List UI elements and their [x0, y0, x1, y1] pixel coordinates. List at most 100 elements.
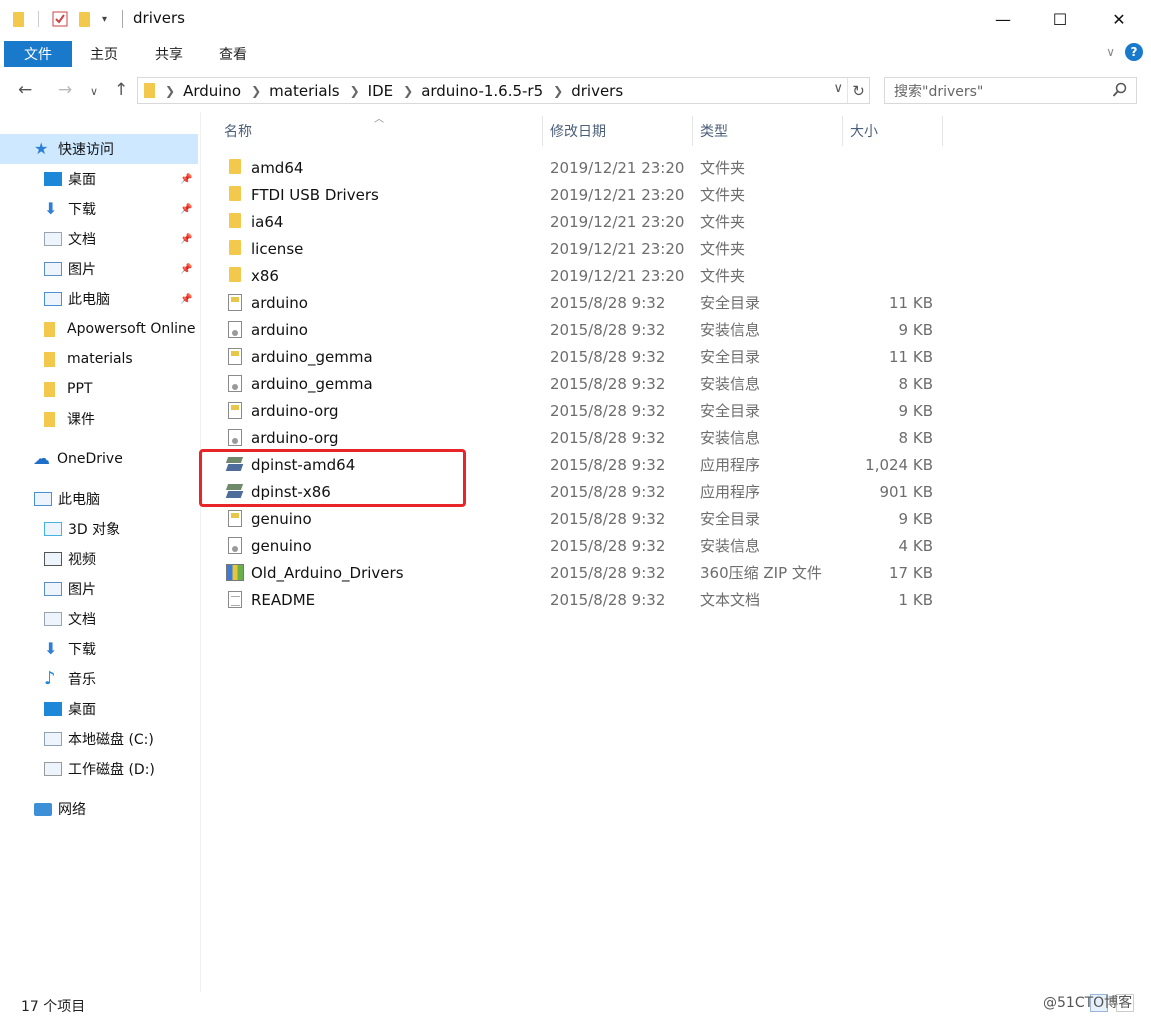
- file-row[interactable]: Old_Arduino_Drivers 2015/8/28 9:32 360压缩 Z…: [222, 559, 942, 586]
- documents-icon: [44, 612, 62, 626]
- sidebar-item-label: 桌面: [68, 172, 96, 188]
- file-date: 2015/8/28 9:32: [550, 536, 666, 555]
- search-icon[interactable]: [1112, 82, 1128, 102]
- chevron-right-icon[interactable]: ❯: [403, 84, 413, 98]
- properties-icon[interactable]: [52, 9, 68, 29]
- maximize-button[interactable]: ☐: [1037, 0, 1083, 38]
- sidebar-item-quick-3[interactable]: 图片 📌: [0, 254, 198, 284]
- sidebar-item-pc-8[interactable]: 工作磁盘 (D:): [0, 754, 198, 784]
- pin-icon[interactable]: 📌: [180, 294, 192, 305]
- refresh-icon[interactable]: ↻: [847, 78, 869, 103]
- breadcrumb-ide[interactable]: IDE: [368, 82, 393, 100]
- sidebar-item-quick-5[interactable]: Apowersoft Online: [0, 314, 198, 344]
- network-icon: [34, 802, 52, 816]
- file-date: 2015/8/28 9:32: [550, 428, 666, 447]
- file-row[interactable]: x86 2019/12/21 23:20 文件夹: [222, 262, 942, 289]
- close-button[interactable]: ✕: [1096, 0, 1142, 38]
- file-date: 2015/8/28 9:32: [550, 590, 666, 609]
- window-title: drivers: [133, 9, 185, 27]
- sidebar-item-quick-8[interactable]: 课件: [0, 404, 198, 434]
- search-input[interactable]: 搜索"drivers": [884, 77, 1137, 104]
- tab-share[interactable]: 共享: [155, 41, 183, 67]
- chevron-right-icon[interactable]: ❯: [553, 84, 563, 98]
- sidebar-item-pc-6[interactable]: 桌面: [0, 694, 198, 724]
- recent-locations-chevron-icon[interactable]: ∨: [90, 85, 98, 98]
- sidebar-item-pc-5[interactable]: ♪ 音乐: [0, 664, 198, 694]
- file-row[interactable]: amd64 2019/12/21 23:20 文件夹: [222, 154, 942, 181]
- column-header-size[interactable]: 大小: [850, 116, 878, 146]
- file-row[interactable]: arduino_gemma 2015/8/28 9:32 安全目录 11 KB: [222, 343, 942, 370]
- computer-icon: [34, 492, 52, 506]
- file-type: 安全目录: [700, 294, 761, 312]
- sidebar-item-pc-4[interactable]: ⬇ 下载: [0, 634, 198, 664]
- file-row[interactable]: arduino-org 2015/8/28 9:32 安全目录 9 KB: [222, 397, 942, 424]
- pin-icon[interactable]: 📌: [180, 234, 192, 245]
- sidebar-item-pc-7[interactable]: 本地磁盘 (C:): [0, 724, 198, 754]
- setup-information-icon: [226, 429, 244, 446]
- file-row[interactable]: arduino 2015/8/28 9:32 安全目录 11 KB: [222, 289, 942, 316]
- sidebar-item-quick-4[interactable]: 此电脑 📌: [0, 284, 198, 314]
- expand-ribbon-chevron-icon[interactable]: ∨: [1106, 45, 1115, 59]
- file-name: arduino_gemma: [251, 347, 373, 366]
- sidebar-item-quick-0[interactable]: 桌面 📌: [0, 164, 198, 194]
- download-icon: ⬇: [44, 199, 58, 218]
- chevron-right-icon[interactable]: ❯: [350, 84, 360, 98]
- help-icon[interactable]: ?: [1125, 43, 1143, 61]
- file-type: 安装信息: [700, 537, 761, 555]
- sidebar-item-this-pc[interactable]: 此电脑: [0, 484, 198, 514]
- breadcrumb-drivers[interactable]: drivers: [571, 82, 623, 100]
- file-row[interactable]: arduino-org 2015/8/28 9:32 安装信息 8 KB: [222, 424, 942, 451]
- file-row[interactable]: FTDI USB Drivers 2019/12/21 23:20 文件夹: [222, 181, 942, 208]
- sidebar-item-label: 快速访问: [58, 142, 114, 158]
- column-header-date[interactable]: 修改日期: [550, 116, 606, 146]
- folder-icon: [144, 83, 155, 98]
- file-date: 2019/12/21 23:20: [550, 212, 685, 231]
- column-header-name[interactable]: 名称: [224, 116, 252, 146]
- sidebar-item-pc-2[interactable]: 图片: [0, 574, 198, 604]
- address-bar[interactable]: ❯ Arduino ❯ materials ❯ IDE ❯ arduino-1.…: [137, 77, 870, 104]
- security-catalog-icon: [226, 402, 244, 419]
- file-name: arduino-org: [251, 428, 339, 447]
- breadcrumb-arduino[interactable]: Arduino: [183, 82, 241, 100]
- pin-icon[interactable]: 📌: [180, 174, 192, 185]
- file-name: README: [251, 590, 316, 609]
- file-row[interactable]: arduino 2015/8/28 9:32 安装信息 9 KB: [222, 316, 942, 343]
- chevron-right-icon[interactable]: ❯: [251, 84, 261, 98]
- sidebar-item-quick-6[interactable]: materials: [0, 344, 198, 374]
- file-row[interactable]: README 2015/8/28 9:32 文本文档 1 KB: [222, 586, 942, 613]
- tab-home[interactable]: 主页: [90, 41, 118, 67]
- breadcrumb-materials[interactable]: materials: [269, 82, 339, 100]
- tab-file[interactable]: 文件: [4, 41, 72, 67]
- sidebar-item-quick-7[interactable]: PPT: [0, 374, 198, 404]
- sidebar-item-label: 此电脑: [58, 492, 100, 508]
- file-type: 安装信息: [700, 321, 761, 339]
- file-row[interactable]: genuino 2015/8/28 9:32 安全目录 9 KB: [222, 505, 942, 532]
- breadcrumb-arduino-version[interactable]: arduino-1.6.5-r5: [421, 82, 543, 100]
- sidebar-item-quick-1[interactable]: ⬇ 下载 📌: [0, 194, 198, 224]
- customize-toolbar-chevron-icon[interactable]: ▾: [102, 9, 107, 29]
- file-name: genuino: [251, 536, 312, 555]
- sidebar-item-pc-0[interactable]: 3D 对象: [0, 514, 198, 544]
- file-row[interactable]: arduino_gemma 2015/8/28 9:32 安装信息 8 KB: [222, 370, 942, 397]
- sidebar-item-pc-3[interactable]: 文档: [0, 604, 198, 634]
- sidebar-item-onedrive[interactable]: ☁ OneDrive: [0, 444, 198, 474]
- sidebar-item-pc-1[interactable]: 视频: [0, 544, 198, 574]
- file-type: 安全目录: [700, 402, 761, 420]
- sidebar-item-quick-2[interactable]: 文档 📌: [0, 224, 198, 254]
- column-header-type[interactable]: 类型: [700, 116, 728, 146]
- tab-view[interactable]: 查看: [219, 41, 247, 67]
- file-row[interactable]: genuino 2015/8/28 9:32 安装信息 4 KB: [222, 532, 942, 559]
- address-history-chevron-icon[interactable]: ∨: [833, 81, 843, 96]
- file-row[interactable]: license 2019/12/21 23:20 文件夹: [222, 235, 942, 262]
- new-folder-icon[interactable]: [79, 9, 90, 29]
- minimize-button[interactable]: —: [980, 0, 1026, 38]
- file-row[interactable]: ia64 2019/12/21 23:20 文件夹: [222, 208, 942, 235]
- pin-icon[interactable]: 📌: [180, 204, 192, 215]
- forward-arrow-icon[interactable]: →: [58, 80, 72, 100]
- chevron-right-icon[interactable]: ❯: [165, 84, 175, 98]
- back-arrow-icon[interactable]: ←: [18, 80, 32, 100]
- up-arrow-icon[interactable]: ↑: [114, 80, 128, 100]
- sidebar-item-network[interactable]: 网络: [0, 794, 198, 824]
- pin-icon[interactable]: 📌: [180, 264, 192, 275]
- sidebar-item-quick-access[interactable]: ★ 快速访问: [0, 134, 198, 164]
